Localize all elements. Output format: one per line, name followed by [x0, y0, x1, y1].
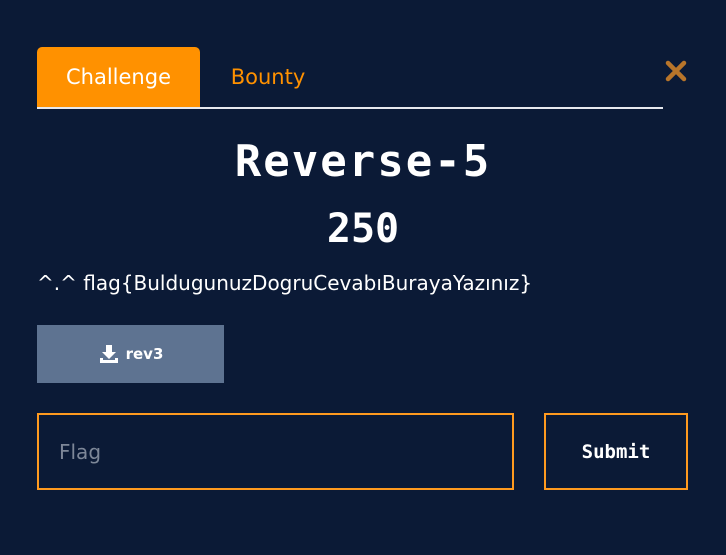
challenge-points: 250 — [326, 206, 400, 252]
tab-bar: Challenge Bounty — [37, 47, 663, 109]
download-file-label: rev3 — [125, 345, 164, 363]
challenge-description: ^.^ flag{BuldugunuzDogruCevabıBurayaYazı… — [37, 271, 533, 295]
challenge-modal: Challenge Bounty Reverse-5 250 ^.^ flag{… — [0, 0, 726, 555]
close-icon — [665, 60, 687, 82]
challenge-title: Reverse-5 — [234, 136, 492, 187]
download-file-button[interactable]: rev3 — [37, 325, 224, 383]
download-icon — [99, 345, 118, 363]
flag-input[interactable] — [37, 413, 514, 490]
tab-challenge[interactable]: Challenge — [37, 47, 200, 107]
tab-bounty[interactable]: Bounty — [208, 47, 328, 107]
submit-button[interactable]: Submit — [544, 413, 688, 490]
close-button[interactable] — [663, 58, 689, 84]
